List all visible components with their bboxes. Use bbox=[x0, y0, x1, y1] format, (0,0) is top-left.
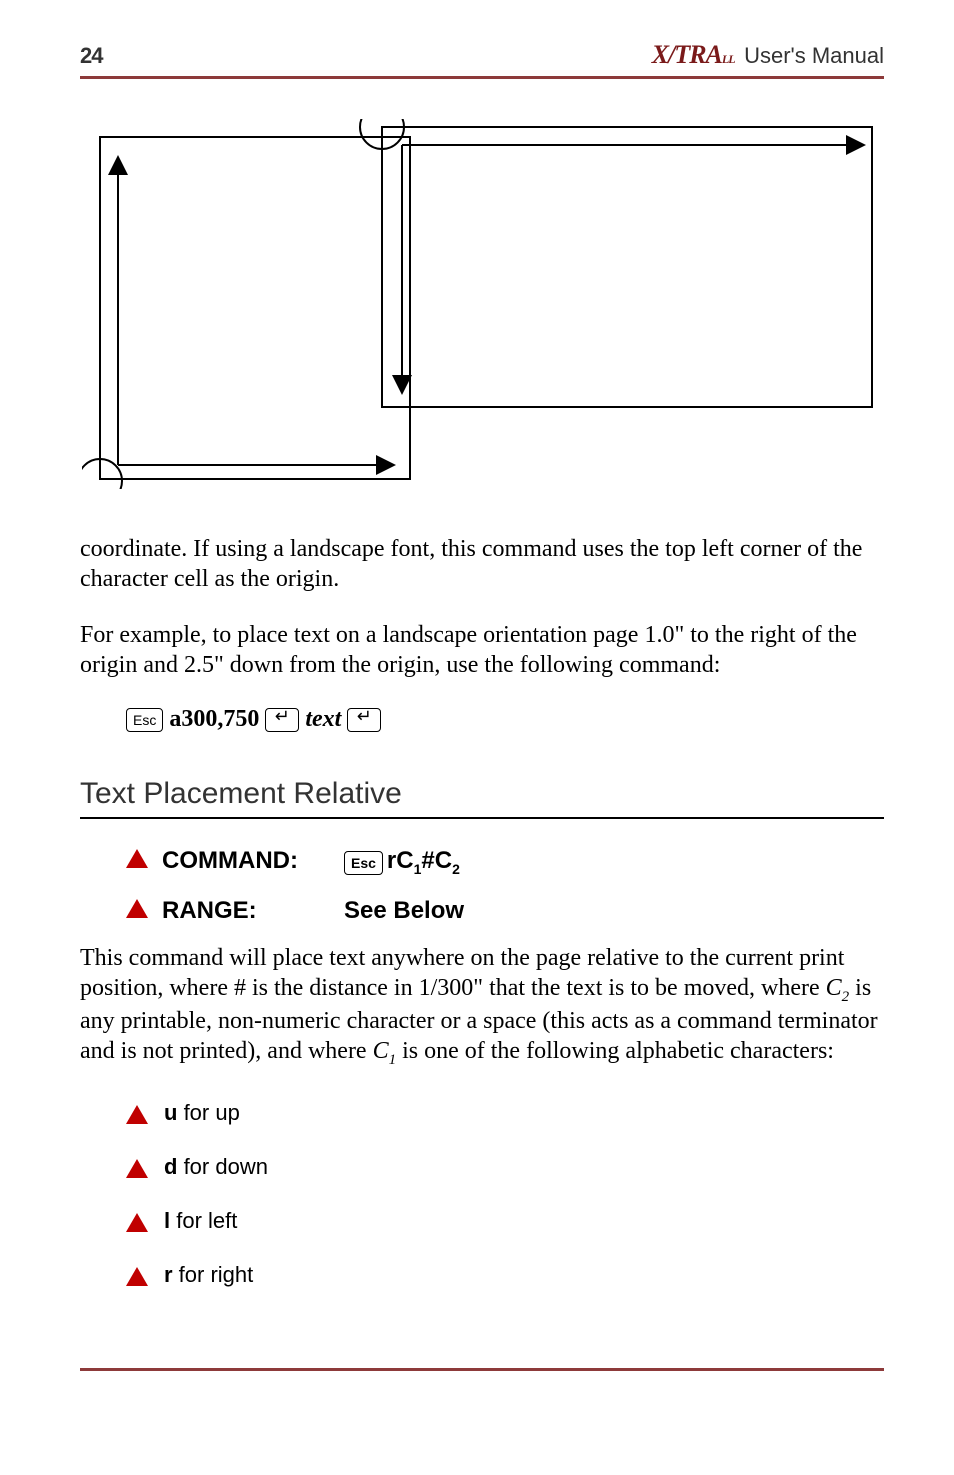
command-example: Esc a300,750 text bbox=[126, 706, 884, 733]
command-meta: COMMAND: Esc rC1#C2 RANGE: See Below bbox=[126, 845, 884, 925]
list-item: u for up bbox=[126, 1100, 884, 1126]
coordinate-diagram bbox=[82, 119, 884, 494]
esc-key-icon: Esc bbox=[344, 851, 383, 875]
paragraph-example-intro: For example, to place text on a landscap… bbox=[80, 620, 884, 680]
page: 24 X/TRALL User's Manual bbox=[0, 0, 954, 1475]
list-item: d for down bbox=[126, 1154, 884, 1180]
page-number: 24 bbox=[80, 43, 102, 69]
command-label: COMMAND: bbox=[162, 847, 330, 875]
triangle-bullet-icon bbox=[126, 1213, 148, 1232]
section-divider bbox=[80, 817, 884, 819]
triangle-bullet-icon bbox=[126, 1105, 148, 1124]
esc-key-icon: Esc bbox=[126, 708, 163, 732]
triangle-bullet-icon bbox=[126, 849, 148, 868]
enter-key-icon bbox=[265, 708, 299, 732]
page-header: 24 X/TRALL User's Manual bbox=[80, 40, 884, 70]
header-title: X/TRALL User's Manual bbox=[652, 40, 884, 70]
triangle-bullet-icon bbox=[126, 1159, 148, 1178]
command-value: Esc rC1#C2 bbox=[344, 847, 460, 877]
header-divider bbox=[80, 76, 884, 79]
paragraph-coordinate-note: coordinate. If using a landscape font, t… bbox=[80, 534, 884, 594]
triangle-bullet-icon bbox=[126, 899, 148, 918]
direction-list: u for up d for down l for left r for rig… bbox=[126, 1100, 884, 1288]
range-label: RANGE: bbox=[162, 897, 330, 925]
range-row: RANGE: See Below bbox=[126, 895, 884, 925]
header-subtitle: User's Manual bbox=[744, 43, 884, 68]
command-code: a300,750 bbox=[169, 706, 259, 733]
list-item: l for left bbox=[126, 1208, 884, 1234]
range-value: See Below bbox=[344, 897, 464, 925]
command-row: COMMAND: Esc rC1#C2 bbox=[126, 845, 884, 877]
footer-divider bbox=[80, 1368, 884, 1371]
paragraph-relative-description: This command will place text anywhere on… bbox=[80, 943, 884, 1070]
enter-key-icon bbox=[347, 708, 381, 732]
triangle-bullet-icon bbox=[126, 1267, 148, 1286]
command-text-placeholder: text bbox=[305, 706, 341, 733]
brand-logo: X/TRALL bbox=[652, 40, 740, 69]
list-item: r for right bbox=[126, 1262, 884, 1288]
section-title: Text Placement Relative bbox=[80, 777, 884, 811]
